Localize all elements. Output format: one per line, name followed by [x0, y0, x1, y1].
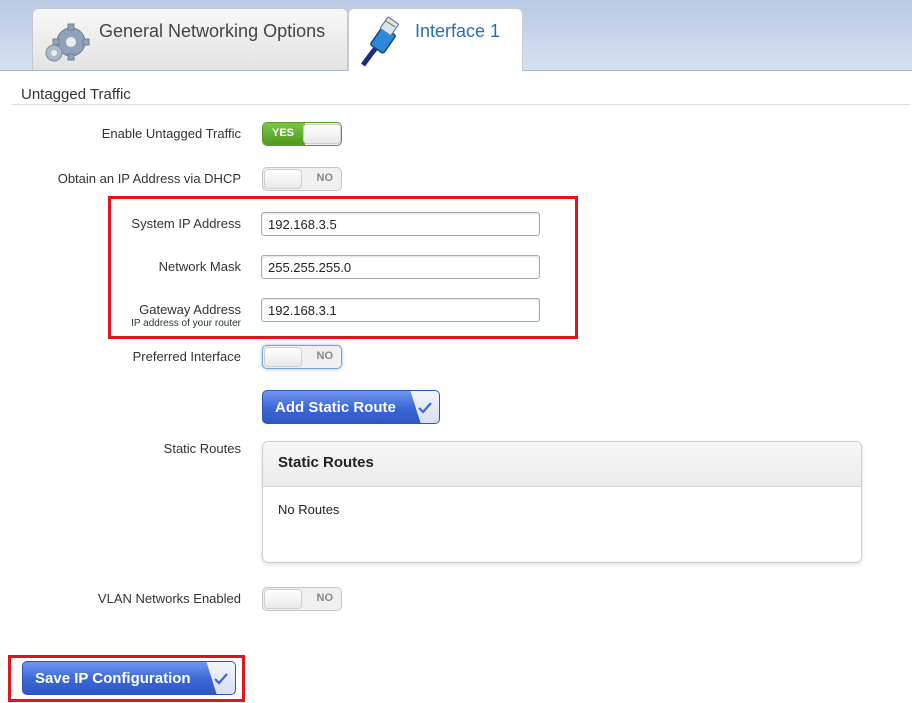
toggle-knob: [264, 347, 302, 367]
vlan-networks-toggle[interactable]: NO: [262, 587, 342, 611]
dhcp-toggle[interactable]: NO: [262, 167, 342, 191]
static-routes-label: Static Routes: [163, 441, 241, 456]
ethernet-cable-icon: [360, 16, 399, 67]
tab-interface-1[interactable]: Interface 1: [348, 8, 523, 71]
tab-label: General Networking Options: [99, 21, 326, 41]
button-label: Add Static Route: [275, 399, 396, 416]
toggle-knob: [303, 124, 341, 144]
toggle-value: NO: [316, 350, 334, 362]
static-routes-panel: Static Routes No Routes: [262, 441, 862, 563]
network-mask-label: Network Mask: [158, 259, 241, 274]
enable-untagged-traffic-label: Enable Untagged Traffic: [101, 126, 241, 141]
toggle-knob: [264, 589, 302, 609]
vlan-networks-label: VLAN Networks Enabled: [97, 591, 241, 606]
tab-bar: General Networking Options Interface 1: [0, 0, 912, 71]
section-divider: [12, 104, 910, 105]
toggle-value: NO: [316, 592, 334, 604]
toggle-value: NO: [316, 172, 334, 184]
static-routes-title: Static Routes: [278, 454, 374, 471]
system-ip-input[interactable]: [261, 212, 540, 236]
static-routes-empty-text: No Routes: [278, 502, 340, 517]
section-title: Untagged Traffic: [21, 86, 131, 103]
add-static-route-button[interactable]: Add Static Route: [262, 390, 440, 424]
toggle-knob: [264, 169, 302, 189]
checkmark-icon: [214, 673, 228, 685]
preferred-interface-toggle[interactable]: NO: [262, 345, 342, 369]
gateway-address-input[interactable]: [261, 298, 540, 322]
tab-general-networking-options[interactable]: General Networking Options: [32, 8, 348, 70]
enable-untagged-traffic-toggle[interactable]: YES: [262, 122, 342, 146]
toggle-value: YES: [272, 127, 295, 139]
preferred-interface-label: Preferred Interface: [132, 349, 241, 364]
tab-label: Interface 1: [415, 21, 501, 41]
button-label: Save IP Configuration: [35, 670, 191, 687]
checkmark-icon: [418, 402, 432, 414]
gateway-address-label: Gateway Address: [139, 302, 241, 317]
system-ip-label: System IP Address: [131, 216, 241, 231]
static-routes-header: Static Routes: [263, 442, 861, 487]
dhcp-label: Obtain an IP Address via DHCP: [57, 171, 241, 186]
save-ip-configuration-button[interactable]: Save IP Configuration: [22, 661, 236, 695]
gateway-address-hint: IP address of your router: [131, 318, 241, 329]
gear-icon: [45, 23, 90, 62]
network-mask-input[interactable]: [261, 255, 540, 279]
